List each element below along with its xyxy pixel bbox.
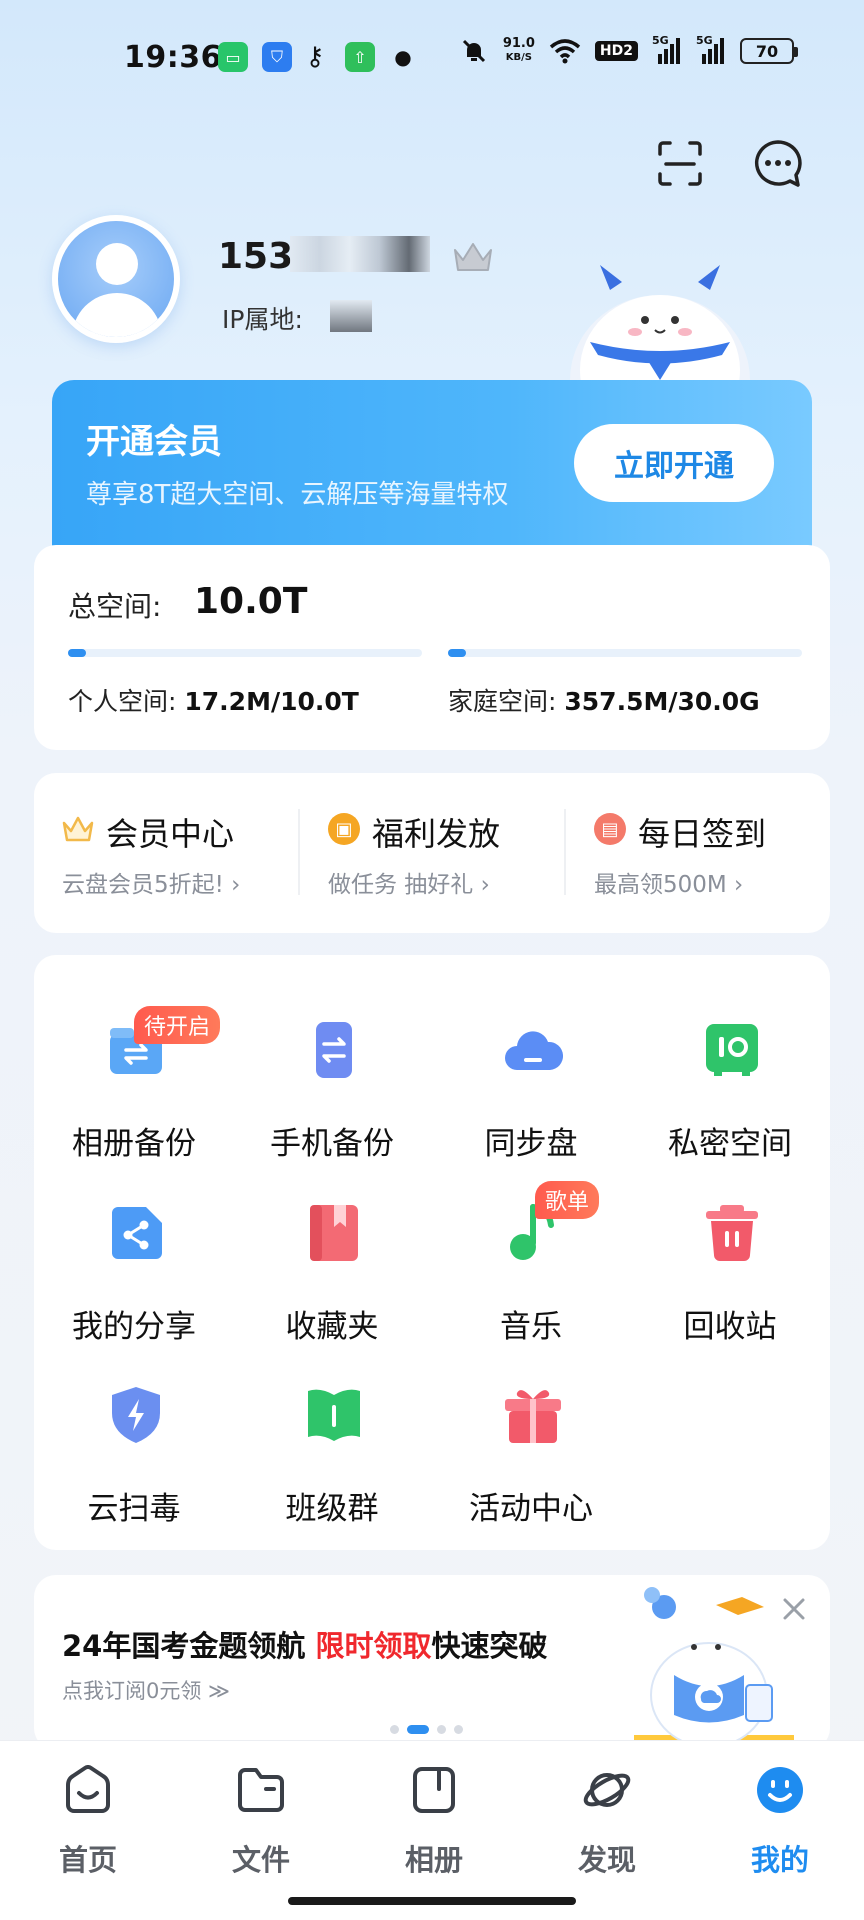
personal-space-label: 个人空间: [68,687,177,716]
share-icon [112,1207,162,1259]
dot-icon: ● [394,45,412,69]
perk-divider [564,809,566,895]
gift-icon: ▣ [328,813,360,845]
gift-box-icon [505,1390,561,1443]
mascot-illustration [570,265,750,380]
message-icon[interactable] [752,138,804,190]
battery-icon: 70 [740,38,798,64]
signal-sim2-icon: 5G [696,34,726,64]
perks-card: 会员中心 云盘会员5折起! › ▣ 福利发放 做任务 抽好礼 › ▤ 每日签到 … [34,773,830,933]
crown-icon[interactable] [452,240,494,274]
storage-card[interactable]: 总空间: 10.0T 个人空间: 17.2M/10.0T 家庭空间: 357.5… [34,545,830,750]
planet-icon [583,1773,631,1807]
nav-home[interactable]: 首页 [28,1765,148,1885]
class-book-icon [308,1389,360,1441]
family-space-fill [448,649,466,657]
nav-album[interactable]: 相册 [374,1765,494,1885]
safe-icon [706,1024,758,1076]
album-icon [413,1767,455,1813]
trash-icon [706,1205,758,1261]
bookmark-icon [310,1205,358,1261]
phone-backup-icon [316,1022,352,1078]
personal-space-value: 17.2M/10.0T [184,687,359,716]
user-phone: 153 [218,236,294,277]
close-icon[interactable] [780,1595,808,1623]
family-space-label: 家庭空间: [448,687,557,716]
net-speed: 91.0 KB/S [502,36,535,64]
vip-title: 开通会员 [86,422,222,462]
message-app-icon: ▭ [218,42,248,72]
upload-app-icon: ⇧ [345,42,375,72]
family-space: 家庭空间: 357.5M/30.0G [448,682,760,718]
personal-space-fill [68,649,86,657]
tool-class-group[interactable]: 班级群 [232,1385,432,1535]
perk-divider [298,809,300,895]
nav-mine[interactable]: 我的 [720,1765,840,1885]
avatar[interactable] [52,215,180,343]
security-app-icon: ⛉ [262,42,292,72]
masked-phone [290,236,430,272]
ad-illustration [634,1587,794,1750]
status-bar: 19:36 ▭ ⛉ ⚷ ⇧ ● 91.0 KB/S HD2 5G 5G 70 [0,0,864,110]
nav-discover[interactable]: 发现 [547,1765,667,1885]
status-time: 19:36 [124,40,222,75]
crown-icon [62,813,94,845]
bottom-nav: 首页 文件 相册 发现 我的 [0,1740,864,1920]
keyhole-icon: ⚷ [305,42,325,72]
mute-bell-icon [462,39,485,63]
wifi-icon [549,39,581,64]
family-space-bar [448,649,802,657]
vip-subtitle: 尊享8T超大空间、云解压等海量特权 [86,480,509,510]
tool-music[interactable]: 歌单 音乐 [431,1181,631,1353]
home-indicator[interactable] [288,1897,576,1905]
ip-location-label: IP属地: [222,305,303,334]
hd-badge: HD2 [594,41,638,61]
tool-recycle-bin[interactable]: 回收站 [630,1203,830,1353]
ad-subtitle: 点我订阅0元领 ≫ [62,1679,231,1703]
shield-icon [112,1387,160,1443]
status-right: 91.0 KB/S HD2 5G 5G 70 [459,34,798,66]
calendar-icon: ▤ [594,813,626,845]
total-space-value: 10.0T [194,581,308,622]
tool-favorites[interactable]: 收藏夹 [232,1203,432,1353]
activate-vip-button[interactable]: 立即开通 [574,424,774,502]
tool-sync-disk[interactable]: 同步盘 [431,1020,631,1170]
cloud-sync-icon [505,1031,563,1070]
home-icon [66,1765,110,1813]
vip-banner[interactable]: 开通会员 尊享8T超大空间、云解压等海量特权 立即开通 [52,380,812,550]
signal-sim1-icon: 5G [652,34,682,64]
tool-private-space[interactable]: 私密空间 [630,1020,830,1170]
tool-my-share[interactable]: 我的分享 [34,1203,234,1353]
ad-title: 24年国考金题领航 限时领取快速突破 [62,1629,548,1663]
tool-activity-center[interactable]: 活动中心 [431,1385,631,1535]
personal-space-bar [68,649,422,657]
tool-cloud-antivirus[interactable]: 云扫毒 [34,1385,234,1535]
tool-tag: 待开启 [134,1006,221,1044]
tool-phone-backup[interactable]: 手机备份 [232,1020,432,1170]
family-space-value: 357.5M/30.0G [564,687,760,716]
carousel-dots [390,1725,463,1734]
total-space-label: 总空间: [68,590,162,623]
nav-files[interactable]: 文件 [201,1765,321,1885]
ad-banner[interactable]: 24年国考金题领航 限时领取快速突破 点我订阅0元领 ≫ [34,1575,830,1750]
smiley-icon [757,1767,803,1813]
masked-ip [330,300,372,332]
tool-tag: 歌单 [535,1181,600,1219]
folder-icon [238,1768,284,1812]
scan-icon[interactable] [654,138,706,190]
personal-space: 个人空间: 17.2M/10.0T [68,682,359,718]
tool-album-backup[interactable]: 待开启 相册备份 [34,1006,234,1170]
tools-card: 待开启 相册备份 手机备份 同步盘 私密空间 我的分享 收藏夹 歌单 音乐 回收… [34,955,830,1550]
